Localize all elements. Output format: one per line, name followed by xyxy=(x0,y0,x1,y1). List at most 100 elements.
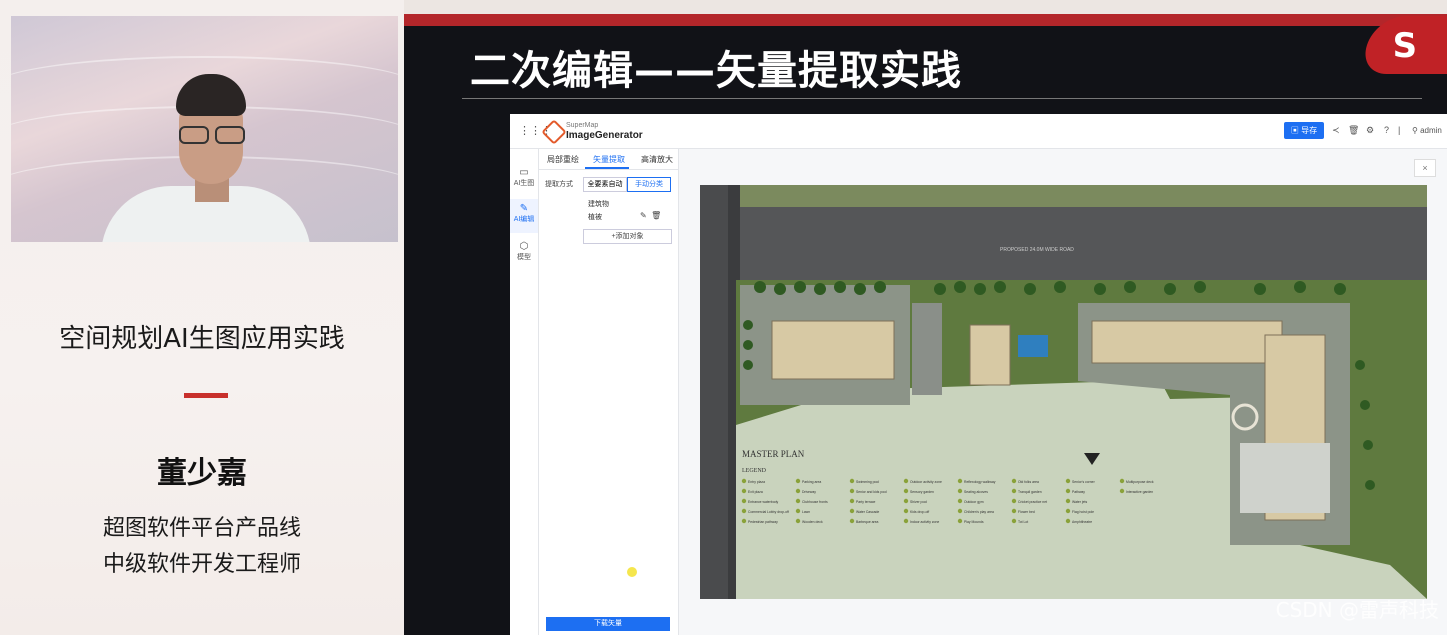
legend-marker xyxy=(903,498,909,504)
legend-marker xyxy=(1065,508,1071,514)
legend-marker xyxy=(957,478,963,484)
trash-icon[interactable]: 🗑 xyxy=(651,211,661,220)
legend-marker xyxy=(903,478,909,484)
legend-marker xyxy=(741,488,747,494)
legend-item: Tot Lot xyxy=(1018,520,1028,524)
legend-item: Driveway xyxy=(802,490,816,494)
legend-marker xyxy=(1065,488,1071,494)
speaker-role-line1: 超图软件平台产品线 xyxy=(102,516,301,541)
download-vector-button[interactable]: 下载矢量 xyxy=(546,617,670,631)
legend-item: Exit plaza xyxy=(748,490,763,494)
method-manual-classify[interactable]: 手动分类 xyxy=(627,177,671,192)
legend-marker xyxy=(903,518,909,524)
brand-small: SuperMap xyxy=(566,122,599,129)
edit-panel: 局部重绘 矢量提取 高清放大 提取方式 全要素自动 手动分类 建筑物 植被 ✎ … xyxy=(539,149,679,635)
legend-marker xyxy=(849,488,855,494)
title-divider xyxy=(184,393,228,398)
app-logo-icon xyxy=(541,119,567,145)
speaker-panel: 空间规划AI生图应用实践 董少嘉 超图软件平台产品线 中级软件开发工程师 xyxy=(0,0,404,635)
talk-title: 空间规划AI生图应用实践 xyxy=(59,324,345,354)
legend-marker xyxy=(741,478,747,484)
tab-upscale[interactable]: 高清放大 xyxy=(641,154,673,165)
tab-inpaint[interactable]: 局部重绘 xyxy=(547,154,579,165)
method-auto-all[interactable]: 全要素自动 xyxy=(583,177,627,192)
image-icon: ▭ xyxy=(519,167,529,178)
legend-item: Indoor activity zone xyxy=(910,520,939,524)
object-vegetation[interactable]: 植被 xyxy=(588,212,602,222)
legend-item: Outdoor gym xyxy=(964,500,984,504)
plan-legend-title: LEGEND xyxy=(742,468,767,474)
extract-method-label: 提取方式 xyxy=(545,181,573,188)
legend-item: Flag hoist pole xyxy=(1072,510,1094,514)
export-button[interactable]: ▣ 导存 xyxy=(1284,122,1324,139)
legend-item: Entrance waterbody xyxy=(748,500,778,504)
sidebar-item-ai-edit[interactable]: ✎ AI编辑 xyxy=(510,199,538,233)
legend-item: Tranquil garden xyxy=(1018,490,1042,494)
apps-grid-icon[interactable]: ⋮⋮⋮ xyxy=(519,125,552,137)
legend-item: Multipurpose deck xyxy=(1126,480,1154,484)
legend-item: Kids drop-off xyxy=(910,510,929,514)
legend-item: Party terrace xyxy=(856,500,876,504)
settings-icon[interactable]: ⚙ xyxy=(1366,125,1374,136)
legend-marker xyxy=(795,488,801,494)
object-building[interactable]: 建筑物 xyxy=(588,199,609,209)
user-menu[interactable]: ⚲ admin xyxy=(1412,126,1442,135)
close-icon[interactable]: × xyxy=(1414,159,1436,177)
legend-marker xyxy=(903,488,909,494)
brand-name: ImageGenerator xyxy=(566,130,643,141)
slide-title: 二次编辑——矢量提取实践 xyxy=(470,48,962,94)
legend-marker xyxy=(1011,508,1017,514)
legend-item: Commercial Lobby drop-off xyxy=(748,510,789,514)
legend-item: Barbeque area xyxy=(856,520,879,524)
legend-item: Senior's corner xyxy=(1072,480,1096,484)
legend-marker xyxy=(849,498,855,504)
legend-item: Water Cascade xyxy=(856,510,879,514)
speaker-video xyxy=(11,16,398,242)
legend-marker xyxy=(849,478,855,484)
master-plan-image[interactable]: PROPOSED 24.0M WIDE ROAD MASTER PLAN LEG… xyxy=(700,185,1427,599)
legend-item: Sensory garden xyxy=(910,490,934,494)
cursor-highlight xyxy=(627,567,637,577)
legend-item: Seating alcoves xyxy=(964,490,988,494)
sidebar-item-model[interactable]: ⬡ 模型 xyxy=(510,237,538,271)
legend-marker xyxy=(957,508,963,514)
add-object-button[interactable]: +添加对象 xyxy=(583,229,672,244)
legend-marker xyxy=(1011,488,1017,494)
app-sidebar: ▭ AI生图 ✎ AI编辑 ⬡ 模型 xyxy=(510,149,539,635)
legend-item: Swimming pool xyxy=(856,480,879,484)
presentation-slide: S 二次编辑——矢量提取实践 ⋮⋮⋮ SuperMap ImageGenerat… xyxy=(404,14,1447,635)
legend-marker xyxy=(741,508,747,514)
export-label: 导存 xyxy=(1301,126,1318,135)
legend-item: Cricket practice net xyxy=(1018,500,1047,504)
help-icon[interactable]: ? xyxy=(1384,125,1389,135)
legend-marker xyxy=(795,498,801,504)
model-icon: ⬡ xyxy=(519,241,529,252)
sidebar-label: AI编辑 xyxy=(513,216,535,223)
legend-marker xyxy=(1011,518,1017,524)
image-canvas[interactable]: × PROPOSED 24.0M WIDE ROAD MASTER PLAN L… xyxy=(679,149,1447,635)
legend-item: Pathway xyxy=(1072,490,1085,494)
edit-icon[interactable]: ✎ xyxy=(640,211,647,220)
legend-marker xyxy=(1065,518,1071,524)
legend-item: Clubhouse fronts xyxy=(802,500,828,504)
sidebar-item-ai-generate[interactable]: ▭ AI生图 xyxy=(510,163,538,197)
legend-marker xyxy=(1011,478,1017,484)
trash-icon[interactable]: 🗑 xyxy=(1348,125,1359,136)
legend-item: Shiver pool xyxy=(910,500,927,504)
share-icon[interactable]: ≺ xyxy=(1332,125,1340,136)
legend-item: Play Mounds xyxy=(964,520,984,524)
legend-marker xyxy=(903,508,909,514)
master-plan-drawing: PROPOSED 24.0M WIDE ROAD MASTER PLAN LEG… xyxy=(700,185,1427,599)
speaker-figure xyxy=(101,74,311,242)
plan-title: MASTER PLAN xyxy=(742,449,805,459)
tab-vector-extract[interactable]: 矢量提取 xyxy=(593,154,625,165)
legend-marker xyxy=(795,508,801,514)
sidebar-label: AI生图 xyxy=(513,180,535,187)
slide-top-stripe xyxy=(404,14,1447,26)
legend-marker xyxy=(849,518,855,524)
legend-item: Pedestrian pathway xyxy=(748,520,778,524)
legend-marker xyxy=(957,488,963,494)
title-underline xyxy=(462,98,1422,99)
legend-item: Old folks area xyxy=(1018,480,1039,484)
legend-item: Entry plaza xyxy=(748,480,765,484)
